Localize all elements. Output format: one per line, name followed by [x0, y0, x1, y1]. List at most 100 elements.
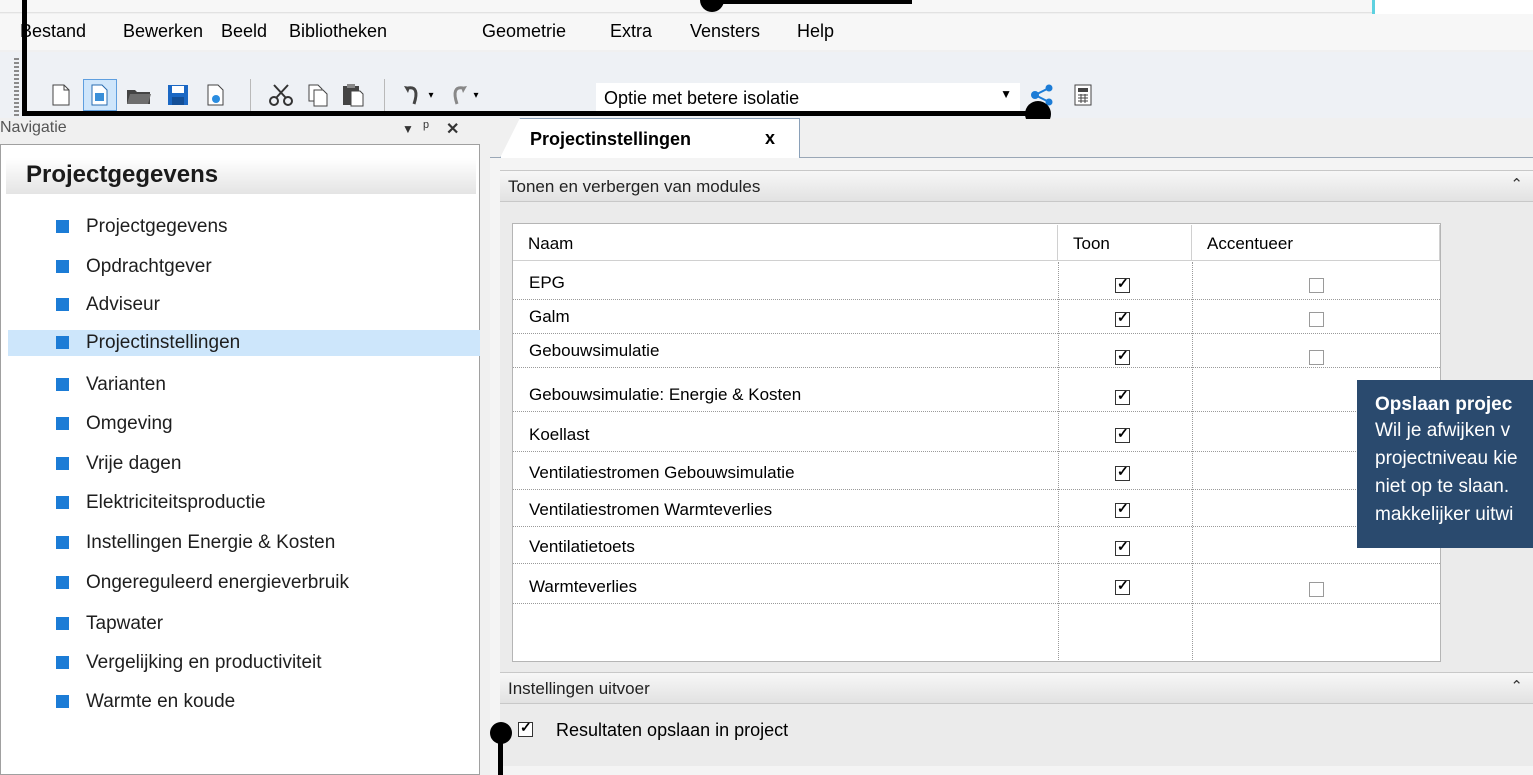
navigation-header: Navigatie ▼ ᵖ ✕	[0, 119, 480, 143]
menu-beeld[interactable]: Beeld	[221, 21, 267, 42]
menu-bestand[interactable]: Bestand	[20, 21, 86, 42]
toon-checkbox[interactable]	[1115, 347, 1130, 365]
nav-item-tapwater[interactable]: Tapwater	[56, 611, 476, 637]
redo-dropdown-icon[interactable]: ▾	[469, 81, 483, 109]
table-row[interactable]: Ventilatietoets	[513, 532, 1440, 564]
nav-item-varianten[interactable]: Varianten	[56, 372, 476, 398]
tab-close-icon[interactable]: x	[765, 128, 775, 149]
toon-checkbox[interactable]	[1115, 425, 1130, 443]
navigation-heading: Projectgegevens	[6, 158, 476, 194]
panel-splitter[interactable]	[481, 119, 489, 775]
column-header-naam[interactable]: Naam	[513, 225, 1058, 261]
callout-frame-left	[22, 0, 27, 116]
module-name: Koellast	[529, 425, 590, 444]
column-header-accentueer[interactable]: Accentueer	[1192, 225, 1440, 261]
callout-frame-bottom	[22, 111, 1038, 116]
table-row[interactable]: Ventilatiestromen Warmteverlies	[513, 495, 1440, 527]
nav-item-label: Elektriciteitsproductie	[86, 492, 266, 513]
toon-checkbox[interactable]	[1115, 577, 1130, 595]
open-folder-icon[interactable]	[126, 81, 152, 109]
output-section-header[interactable]: Instellingen uitvoer ⌃	[500, 672, 1533, 704]
column-header-label: Accentueer	[1207, 234, 1293, 253]
variant-select[interactable]: Optie met betere isolatie ▼	[596, 83, 1020, 113]
table-row[interactable]: Warmteverlies	[513, 572, 1440, 604]
table-row[interactable]: Gebouwsimulatie: Energie & Kosten	[513, 380, 1440, 412]
new-file-icon[interactable]	[48, 81, 74, 109]
toon-checkbox[interactable]	[1115, 538, 1130, 556]
module-name: Ventilatiestromen Warmteverlies	[529, 500, 773, 519]
toon-checkbox[interactable]	[1115, 309, 1130, 327]
open-project-icon[interactable]	[83, 79, 117, 111]
output-section-title: Instellingen uitvoer	[508, 679, 650, 698]
copy-icon[interactable]	[305, 81, 331, 109]
accentueer-checkbox[interactable]	[1309, 582, 1324, 597]
nav-item-label: Projectinstellingen	[86, 332, 241, 353]
menu-bewerken[interactable]: Bewerken	[123, 21, 203, 42]
tooltip-line: projectniveau kie	[1375, 448, 1518, 469]
menu-extra[interactable]: Extra	[610, 21, 652, 42]
nav-item-projectinstellingen[interactable]: Projectinstellingen	[8, 330, 480, 356]
module-name: EPG	[529, 273, 565, 292]
paste-icon[interactable]	[340, 81, 366, 109]
navigation-heading-label: Projectgegevens	[26, 161, 219, 188]
cut-icon[interactable]	[268, 81, 294, 109]
nav-item-instellingen-energie-kosten[interactable]: Instellingen Energie & Kosten	[56, 530, 476, 556]
bullet-square-icon	[56, 457, 69, 470]
toolbar-separator	[384, 79, 385, 111]
nav-item-label: Omgeving	[86, 413, 173, 434]
nav-item-ongereguleerd-energieverbruik[interactable]: Ongereguleerd energieverbruik	[56, 570, 476, 596]
nav-item-adviseur[interactable]: Adviseur	[56, 292, 476, 318]
chevron-down-icon[interactable]: ▼	[402, 122, 414, 136]
nav-item-vergelijking-productiviteit[interactable]: Vergelijking en productiviteit	[56, 650, 476, 676]
nav-item-label: Warmte en koude	[86, 691, 236, 712]
toon-checkbox[interactable]	[1115, 387, 1130, 405]
table-row[interactable]: EPG	[513, 268, 1440, 300]
toolbar-grip[interactable]	[14, 58, 19, 116]
nav-item-opdrachtgever[interactable]: Opdrachtgever	[56, 254, 476, 280]
calculator-icon[interactable]	[1070, 81, 1096, 109]
save-results-label: Resultaten opslaan in project	[556, 720, 789, 740]
accentueer-checkbox[interactable]	[1309, 312, 1324, 327]
undo-dropdown-icon[interactable]: ▾	[424, 81, 438, 109]
toon-checkbox[interactable]	[1115, 275, 1130, 293]
nav-item-label: Adviseur	[86, 294, 160, 315]
bullet-square-icon	[56, 536, 69, 549]
save-icon[interactable]	[165, 81, 191, 109]
undo-icon[interactable]	[400, 81, 426, 109]
nav-item-warmte-koude[interactable]: Warmte en koude	[56, 689, 476, 715]
modules-section-title: Tonen en verbergen van modules	[508, 177, 761, 196]
tooltip: Opslaan projec Wil je afwijken v project…	[1357, 380, 1533, 548]
tooltip-line: niet op te slaan.	[1375, 476, 1510, 497]
menu-geometrie[interactable]: Geometrie	[482, 21, 566, 42]
nav-item-label: Tapwater	[86, 613, 164, 634]
chevron-down-icon[interactable]: ▼	[1000, 87, 1012, 101]
pin-icon[interactable]: ᵖ	[423, 119, 429, 137]
table-row[interactable]: Gebouwsimulatie	[513, 336, 1440, 368]
accentueer-checkbox[interactable]	[1309, 278, 1324, 293]
redo-icon[interactable]	[445, 81, 471, 109]
modules-section-header[interactable]: Tonen en verbergen van modules ⌃	[500, 170, 1533, 202]
toon-checkbox[interactable]	[1115, 463, 1130, 481]
close-icon[interactable]: ✕	[446, 119, 459, 139]
menu-help[interactable]: Help	[797, 21, 834, 42]
save-as-icon[interactable]	[203, 81, 229, 109]
collapse-chevron-icon[interactable]: ⌃	[1510, 677, 1523, 695]
menu-bibliotheken[interactable]: Bibliotheken	[289, 21, 387, 42]
nav-item-projectgegevens[interactable]: Projectgegevens	[56, 214, 476, 240]
toolbar-separator	[250, 79, 251, 111]
table-row[interactable]: Ventilatiestromen Gebouwsimulatie	[513, 458, 1440, 490]
table-row[interactable]: Galm	[513, 302, 1440, 334]
save-results-checkbox[interactable]	[518, 719, 533, 737]
nav-item-elektriciteitsproductie[interactable]: Elektriciteitsproductie	[56, 490, 476, 516]
bullet-square-icon	[56, 617, 69, 630]
column-header-toon[interactable]: Toon	[1058, 225, 1192, 261]
module-name: Gebouwsimulatie: Energie & Kosten	[529, 385, 802, 404]
collapse-chevron-icon[interactable]: ⌃	[1510, 175, 1523, 193]
module-name: Galm	[529, 307, 570, 326]
accentueer-checkbox[interactable]	[1309, 350, 1324, 365]
nav-item-vrije-dagen[interactable]: Vrije dagen	[56, 451, 476, 477]
menu-vensters[interactable]: Vensters	[690, 21, 760, 42]
toon-checkbox[interactable]	[1115, 500, 1130, 518]
table-row[interactable]: Koellast	[513, 420, 1440, 452]
nav-item-omgeving[interactable]: Omgeving	[56, 411, 476, 437]
